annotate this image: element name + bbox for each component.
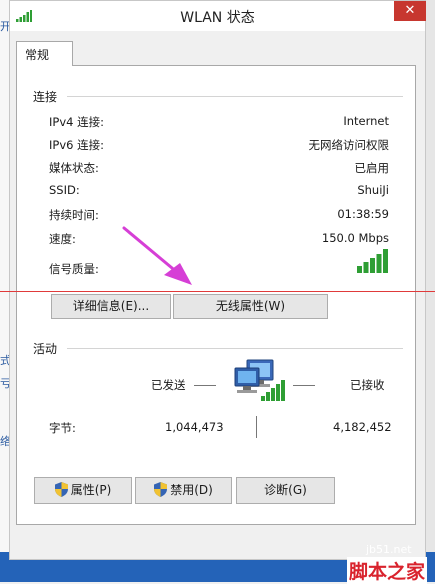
- uac-shield-icon: [154, 482, 168, 497]
- ipv4-label: IPv4 连接:: [49, 115, 104, 129]
- media-state-row: 媒体状态: 已启用: [49, 160, 389, 176]
- properties-button-label: 属性(P): [70, 483, 112, 497]
- ipv6-label: IPv6 连接:: [49, 138, 104, 152]
- signal-quality-label: 信号质量:: [49, 262, 99, 276]
- bytes-received-value: 4,182,452: [333, 420, 392, 434]
- activity-section-title: 活动: [33, 342, 58, 356]
- network-computers-icon: [234, 359, 285, 401]
- watermark-site: jb51.net: [366, 543, 412, 556]
- diagnose-button[interactable]: 诊断(G): [236, 477, 335, 504]
- watermark-brand: 脚本之家: [347, 557, 428, 584]
- section-divider: [67, 96, 403, 97]
- signal-strength-icon: [357, 249, 388, 273]
- bytes-sent-value: 1,044,473: [165, 420, 224, 434]
- bytes-label: 字节:: [49, 421, 76, 435]
- uac-shield-icon: [54, 482, 68, 497]
- disable-button[interactable]: 禁用(D): [135, 477, 232, 504]
- wireless-properties-button[interactable]: 无线属性(W): [173, 294, 328, 319]
- close-button[interactable]: ✕: [394, 1, 426, 21]
- duration-value: 01:38:59: [337, 207, 389, 221]
- ipv4-value: Internet: [343, 114, 389, 128]
- properties-button[interactable]: 属性(P): [34, 477, 132, 504]
- annotation-arrow-icon: [122, 226, 192, 285]
- tab-general[interactable]: 常规: [16, 41, 73, 66]
- speed-label: 速度:: [49, 232, 76, 246]
- ssid-row: SSID: ShuiJi: [49, 183, 389, 199]
- sent-label: 已发送: [151, 378, 186, 392]
- sent-line: [194, 385, 216, 386]
- media-state-label: 媒体状态:: [49, 161, 99, 175]
- details-button[interactable]: 详细信息(E)...: [51, 294, 171, 319]
- duration-row: 持续时间: 01:38:59: [49, 207, 389, 223]
- speed-value: 150.0 Mbps: [321, 231, 389, 245]
- ssid-value: ShuiJi: [357, 183, 389, 197]
- title-bar[interactable]: WLAN 状态 ✕: [10, 1, 426, 31]
- media-state-value: 已启用: [354, 161, 390, 175]
- ssid-label: SSID:: [49, 183, 80, 197]
- wlan-status-dialog: WLAN 状态 ✕ 常规 连接 IPv4 连接: Internet IPv6 连…: [9, 0, 426, 560]
- disable-button-label: 禁用(D): [170, 483, 213, 497]
- duration-label: 持续时间:: [49, 208, 99, 222]
- ipv4-row: IPv4 连接: Internet: [49, 114, 389, 130]
- speed-row: 速度: 150.0 Mbps: [49, 231, 389, 247]
- general-tab-panel: 连接 IPv4 连接: Internet IPv6 连接: 无网络访问权限 媒体…: [16, 65, 416, 525]
- received-line: [293, 385, 315, 386]
- ipv6-row: IPv6 连接: 无网络访问权限: [49, 137, 389, 153]
- connection-section-title: 连接: [33, 90, 58, 104]
- red-guide-line: [0, 291, 435, 292]
- window-title: WLAN 状态: [180, 10, 255, 26]
- section-divider: [67, 348, 403, 349]
- signal-quality-row: 信号质量:: [49, 249, 389, 277]
- received-label: 已接收: [350, 378, 385, 392]
- ipv6-value: 无网络访问权限: [308, 138, 390, 152]
- bytes-divider: [256, 416, 257, 438]
